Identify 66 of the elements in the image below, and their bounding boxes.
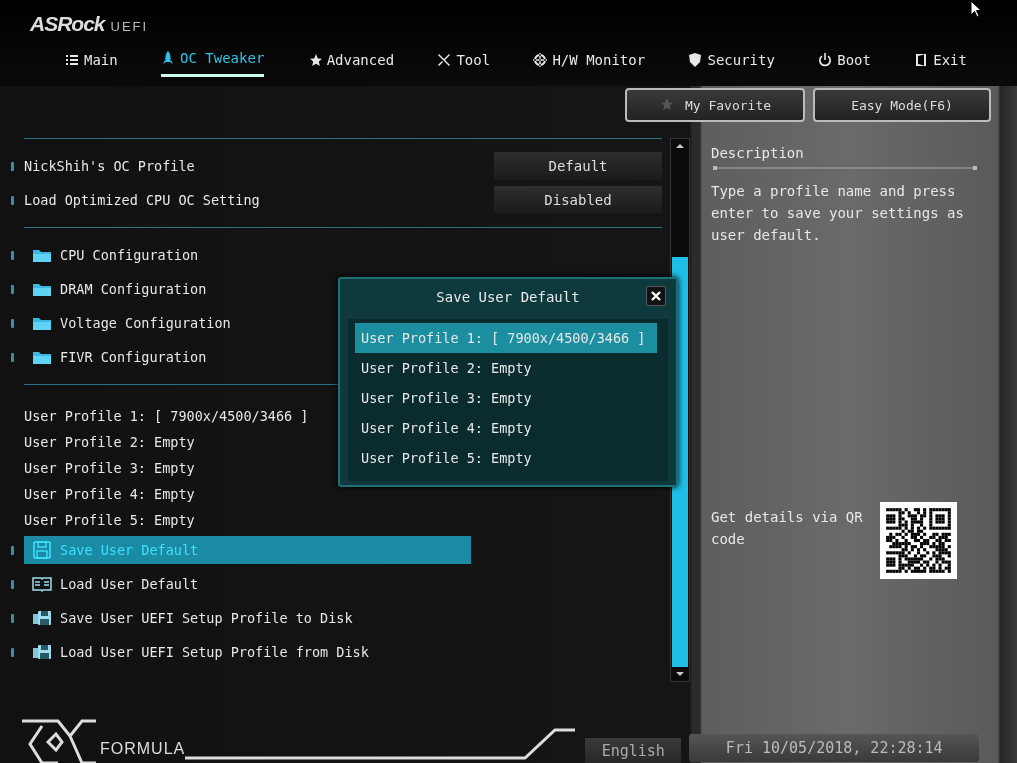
bullet-icon — [11, 318, 14, 328]
floppy-disks-icon — [32, 642, 52, 662]
rocket-icon — [161, 51, 176, 65]
profile-option[interactable]: User Profile 3: Empty — [355, 383, 657, 413]
dialog-title: Save User Default — [436, 289, 580, 305]
folder-icon — [32, 349, 52, 365]
menu-item[interactable]: Load User Default — [24, 570, 471, 598]
tab[interactable]: Exit — [914, 48, 967, 77]
folder-icon — [32, 247, 52, 263]
qr-caption: Get details via QR code — [711, 508, 864, 549]
bullet-icon — [11, 161, 14, 171]
brand-text: FORMULA — [100, 740, 186, 758]
profile-text: User Profile 5: Empty — [24, 511, 195, 530]
menu-item[interactable]: CPU Configuration — [60, 247, 199, 263]
shield-icon — [688, 52, 703, 67]
tab[interactable]: Security — [688, 48, 775, 77]
setting-value[interactable]: Default — [494, 152, 662, 180]
bullet-icon — [11, 352, 14, 362]
brand-suffix: UEFI — [110, 20, 149, 34]
tab[interactable]: H/W Monitor — [533, 48, 646, 77]
bullet-icon — [11, 579, 14, 589]
tab[interactable]: Tool — [437, 48, 491, 77]
bullet-icon — [11, 613, 14, 623]
profile-text: User Profile 4: Empty — [24, 485, 195, 504]
menu-item[interactable]: Voltage Configuration — [60, 315, 231, 331]
setting-value[interactable]: Disabled — [494, 186, 662, 214]
profile-text: User Profile 1: [ 7900x/4500/3466 ] — [24, 407, 309, 426]
description-heading: Description — [711, 145, 805, 161]
book-icon — [32, 574, 52, 594]
tools-icon — [437, 52, 452, 67]
bullet-icon — [11, 284, 14, 294]
setting-label: Load Optimized CPU OC Setting — [24, 192, 260, 208]
bullet-icon — [11, 545, 14, 555]
profile-text: User Profile 3: Empty — [24, 459, 195, 478]
date-time: Fri 10/05/2018, 22:28:14 — [689, 734, 980, 762]
mouse-pointer-icon — [970, 0, 982, 18]
folder-icon — [32, 281, 52, 297]
toolbar-button[interactable]: Easy Mode(F6) — [813, 88, 991, 122]
tab[interactable]: Main — [65, 48, 118, 77]
menu-item[interactable]: Save User UEFI Setup Profile to Disk — [24, 604, 471, 632]
power-icon — [818, 52, 833, 67]
menu-item[interactable]: FIVR Configuration — [60, 349, 207, 365]
brand-logo: ASRock — [30, 14, 105, 34]
close-button[interactable] — [646, 286, 666, 306]
close-icon — [650, 290, 662, 302]
menu-item[interactable]: DRAM Configuration — [60, 281, 207, 297]
setting-label: NickShih's OC Profile — [24, 158, 195, 174]
description-text: Type a profile name and press enter to save your settings as user default. — [711, 182, 965, 245]
floppy-disks-icon — [32, 608, 52, 628]
crosshair-icon — [533, 52, 548, 67]
tab[interactable]: Advanced — [307, 48, 395, 77]
list-icon — [65, 52, 79, 67]
bullet-icon — [11, 195, 14, 205]
tab[interactable]: OC Tweaker — [161, 48, 265, 77]
menu-item[interactable]: Load User UEFI Setup Profile from Disk — [24, 638, 471, 666]
profile-option[interactable]: User Profile 5: Empty — [355, 443, 657, 473]
language-button[interactable]: English — [585, 738, 682, 763]
bullet-icon — [11, 647, 14, 657]
profile-option[interactable]: User Profile 2: Empty — [355, 353, 657, 383]
bullet-icon — [11, 250, 14, 260]
profile-text: User Profile 2: Empty — [24, 433, 195, 452]
tab[interactable]: Boot — [818, 48, 871, 77]
door-icon — [914, 52, 929, 67]
folder-icon — [32, 315, 52, 331]
profile-option[interactable]: User Profile 4: Empty — [355, 413, 657, 443]
toolbar-button[interactable]: My Favorite — [625, 88, 805, 122]
